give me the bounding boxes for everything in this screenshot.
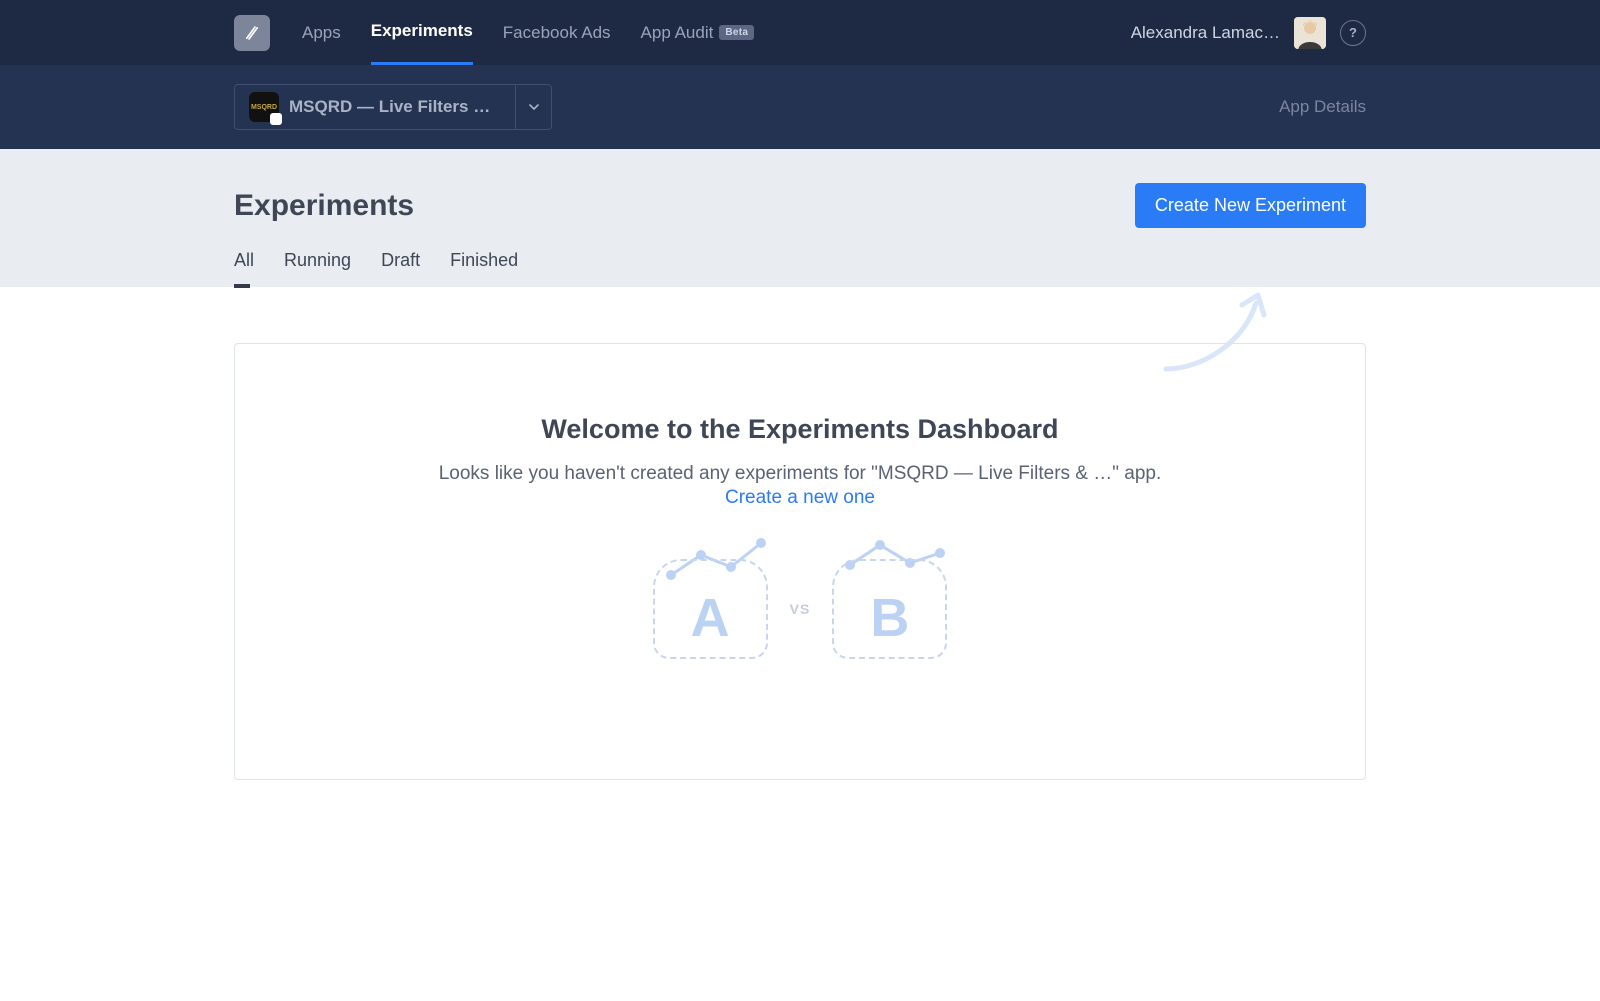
avatar[interactable]	[1294, 17, 1326, 49]
app-selector: MSQRD MSQRD — Live Filters & F…	[234, 84, 552, 130]
app-icon: MSQRD	[249, 92, 279, 122]
empty-state-title: Welcome to the Experiments Dashboard	[275, 414, 1325, 445]
variant-b-label: B	[832, 587, 947, 649]
brand-logo-icon	[243, 24, 261, 42]
sub-header: MSQRD MSQRD — Live Filters & F… App Deta…	[0, 65, 1600, 149]
avatar-icon	[1294, 17, 1326, 49]
chevron-down-icon	[528, 101, 540, 113]
tab-running[interactable]: Running	[284, 250, 351, 287]
topbar-user-area: Alexandra Lamac… ?	[1131, 17, 1366, 49]
empty-state-subtitle: Looks like you haven't created any exper…	[275, 463, 1325, 485]
primary-nav: Apps Experiments Facebook Ads App Audit …	[302, 0, 754, 65]
nav-item-label: App Audit	[641, 23, 714, 43]
main-content: Welcome to the Experiments Dashboard Loo…	[0, 288, 1600, 780]
tab-finished[interactable]: Finished	[450, 250, 518, 287]
vs-label: VS	[790, 601, 811, 617]
help-icon: ?	[1349, 25, 1357, 40]
app-selector-name: MSQRD — Live Filters & F…	[289, 97, 501, 117]
page-header: Experiments Create New Experiment All Ru…	[0, 149, 1600, 288]
ab-test-illustration: A VS B	[275, 559, 1325, 659]
empty-state-card: Welcome to the Experiments Dashboard Loo…	[234, 343, 1366, 780]
variant-b-box: B	[832, 559, 947, 659]
tab-all[interactable]: All	[234, 250, 254, 287]
nav-item-facebook-ads[interactable]: Facebook Ads	[503, 0, 611, 65]
brand-logo[interactable]	[234, 15, 270, 51]
page-title: Experiments	[234, 189, 414, 223]
create-experiment-link[interactable]: Create a new one	[275, 487, 1325, 509]
variant-a-box: A	[653, 559, 768, 659]
nav-item-apps[interactable]: Apps	[302, 0, 341, 65]
app-details-link[interactable]: App Details	[1279, 97, 1366, 117]
variant-a-label: A	[653, 587, 768, 649]
beta-badge: Beta	[719, 25, 754, 40]
nav-item-app-audit[interactable]: App Audit Beta	[641, 0, 755, 65]
nav-item-experiments[interactable]: Experiments	[371, 0, 473, 65]
help-button[interactable]: ?	[1340, 20, 1366, 46]
app-selector-caret[interactable]	[515, 85, 551, 129]
app-selector-button[interactable]: MSQRD MSQRD — Live Filters & F…	[235, 85, 515, 129]
top-navbar: Apps Experiments Facebook Ads App Audit …	[0, 0, 1600, 65]
user-name[interactable]: Alexandra Lamac…	[1131, 23, 1280, 43]
filter-tabs: All Running Draft Finished	[234, 250, 1366, 287]
create-experiment-button[interactable]: Create New Experiment	[1135, 183, 1366, 228]
tab-draft[interactable]: Draft	[381, 250, 420, 287]
